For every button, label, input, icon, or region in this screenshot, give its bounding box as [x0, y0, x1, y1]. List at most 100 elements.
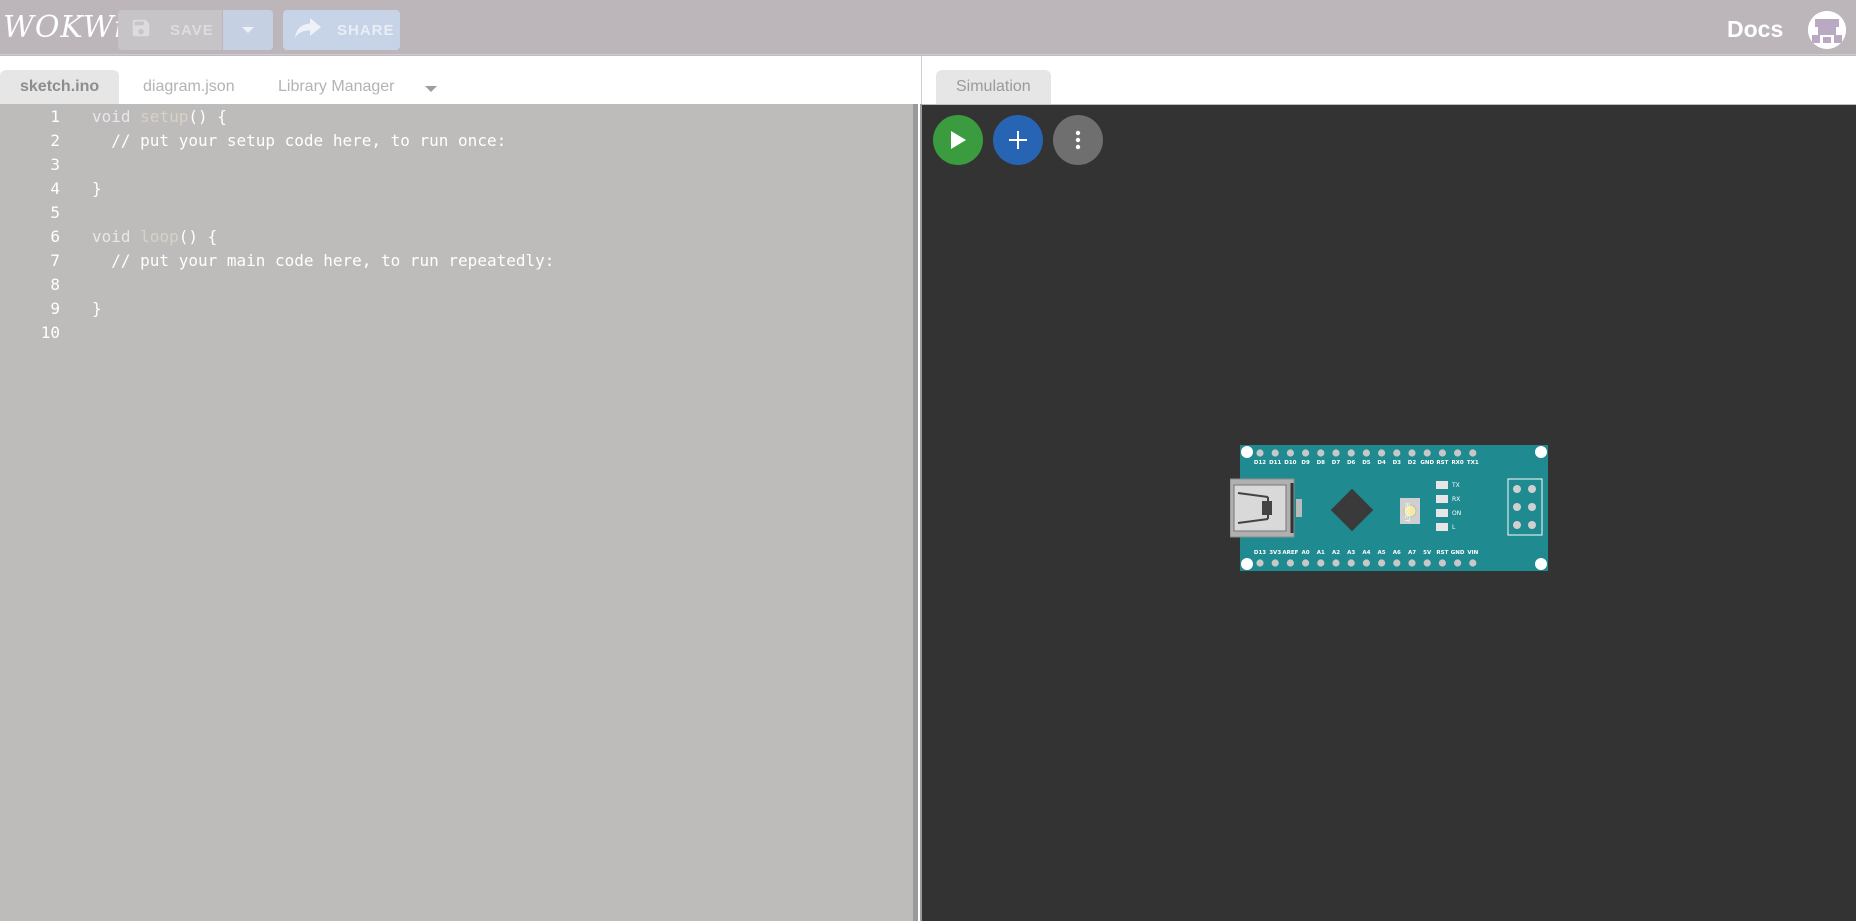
code-editor[interactable]: 1 void setup() { 2 // put your setup cod…: [0, 104, 913, 921]
pin-rx0[interactable]: [1454, 449, 1462, 457]
pin-label: GND: [1420, 460, 1434, 466]
pin-label: A5: [1378, 550, 1386, 556]
pin-label: A6: [1393, 550, 1401, 556]
pin-a4[interactable]: [1362, 559, 1370, 567]
pin-a6[interactable]: [1393, 559, 1401, 567]
caret-down-icon: [242, 27, 254, 33]
led-label-tx: TX: [1451, 482, 1460, 489]
pin-d3[interactable]: [1393, 449, 1401, 457]
pin-label: RST: [1436, 460, 1448, 466]
code-line: 5: [0, 200, 913, 224]
pin-d11[interactable]: [1271, 449, 1279, 457]
led-label-on: ON: [1452, 510, 1461, 517]
pin-d2[interactable]: [1408, 449, 1416, 457]
tab-library-manager[interactable]: Library Manager: [258, 70, 415, 104]
pin-d7[interactable]: [1332, 449, 1340, 457]
pin-label: D9: [1301, 460, 1310, 466]
line-number: 1: [50, 106, 60, 126]
pin-d9[interactable]: [1302, 449, 1310, 457]
pin-gnd[interactable]: [1454, 559, 1462, 567]
plus-icon: [1009, 131, 1027, 149]
add-part-button[interactable]: [993, 115, 1043, 165]
code-text: }: [92, 298, 102, 318]
pin-d4[interactable]: [1378, 449, 1386, 457]
pin-d6[interactable]: [1347, 449, 1355, 457]
pin-label: A2: [1332, 550, 1340, 556]
pin-rst[interactable]: [1438, 559, 1446, 567]
top-bar: WOKWi SAVE SHARE Docs: [0, 0, 1856, 55]
more-options-button[interactable]: [1053, 115, 1103, 165]
tabs-menu-caret-icon[interactable]: [425, 80, 437, 98]
code-line: 2 // put your setup code here, to run on…: [0, 128, 913, 152]
line-number: 8: [50, 274, 60, 294]
tab-diagram-json[interactable]: diagram.json: [123, 70, 255, 104]
pin-label: AREF: [1282, 550, 1298, 556]
pin-5v[interactable]: [1423, 559, 1431, 567]
pin-label: D7: [1332, 460, 1341, 466]
line-number: 6: [50, 226, 60, 246]
pin-label: D12: [1254, 460, 1266, 466]
docs-link[interactable]: Docs: [1727, 16, 1783, 43]
user-avatar[interactable]: [1808, 11, 1846, 49]
code-comment: // put your main code here, to run repea…: [92, 250, 555, 270]
pin-label: D6: [1347, 460, 1356, 466]
pin-label: D8: [1317, 460, 1326, 466]
code-line: 9 }: [0, 296, 913, 320]
pin-label: RST: [1436, 550, 1448, 556]
code-text: }: [92, 178, 102, 198]
tab-simulation[interactable]: Simulation: [936, 70, 1051, 104]
panel-splitter[interactable]: [913, 104, 922, 921]
pin-d10[interactable]: [1286, 449, 1294, 457]
pin-label: D4: [1377, 460, 1386, 466]
pin-d12[interactable]: [1256, 449, 1264, 457]
pin-label: 5V: [1423, 550, 1432, 556]
pin-rst[interactable]: [1438, 449, 1446, 457]
pin-label: D2: [1408, 460, 1417, 466]
code-line: 6 void loop() {: [0, 224, 913, 248]
pin-gnd[interactable]: [1423, 449, 1431, 457]
pin-label: D11: [1269, 460, 1281, 466]
save-button-group: SAVE: [118, 10, 273, 50]
wokwi-logo[interactable]: WOKWi: [3, 10, 125, 45]
pin-aref[interactable]: [1286, 559, 1294, 567]
line-number: 10: [40, 322, 60, 342]
code-line: 8: [0, 272, 913, 296]
reset-label: RESET: [1403, 503, 1410, 523]
pin-label: D13: [1254, 550, 1266, 556]
pin-label: A0: [1302, 550, 1310, 556]
pin-a1[interactable]: [1317, 559, 1325, 567]
line-number: 3: [50, 154, 60, 174]
pin-d8[interactable]: [1317, 449, 1325, 457]
pin-d13[interactable]: [1256, 559, 1264, 567]
tab-sketch-ino[interactable]: sketch.ino: [0, 70, 120, 104]
pin-label: GND: [1451, 550, 1465, 556]
pin-label: A4: [1362, 550, 1370, 556]
pin-vin[interactable]: [1469, 559, 1477, 567]
pin-d5[interactable]: [1362, 449, 1370, 457]
save-icon: [130, 17, 152, 43]
share-button[interactable]: SHARE: [283, 10, 400, 50]
save-dropdown-button[interactable]: [223, 10, 273, 50]
line-number: 9: [50, 298, 60, 318]
start-simulation-button[interactable]: [933, 115, 983, 165]
code-text: void setup() {: [92, 106, 227, 126]
code-text: void loop() {: [92, 226, 218, 246]
line-number: 4: [50, 178, 60, 198]
more-vertical-icon: [1075, 130, 1081, 150]
pin-3v3[interactable]: [1271, 559, 1279, 567]
pin-tx1[interactable]: [1469, 449, 1477, 457]
play-icon: [951, 131, 966, 149]
pin-a7[interactable]: [1408, 559, 1416, 567]
pin-a5[interactable]: [1378, 559, 1386, 567]
pin-label: D5: [1362, 460, 1371, 466]
pin-label: RX0: [1451, 460, 1463, 466]
save-button[interactable]: SAVE: [118, 10, 222, 50]
pin-a2[interactable]: [1332, 559, 1340, 567]
pin-a3[interactable]: [1347, 559, 1355, 567]
share-label: SHARE: [337, 21, 395, 39]
simulation-tab-bar: Simulation: [922, 56, 1856, 104]
pin-label: A3: [1347, 550, 1355, 556]
pin-a0[interactable]: [1302, 559, 1310, 567]
pin-label: 3V3: [1269, 550, 1281, 556]
arduino-nano-board[interactable]: D12 D11 D10 D9 D8 D7 D6 D5 D4 D3 D2 GND RST RX0 TX1 D1…: [1230, 443, 1550, 573]
